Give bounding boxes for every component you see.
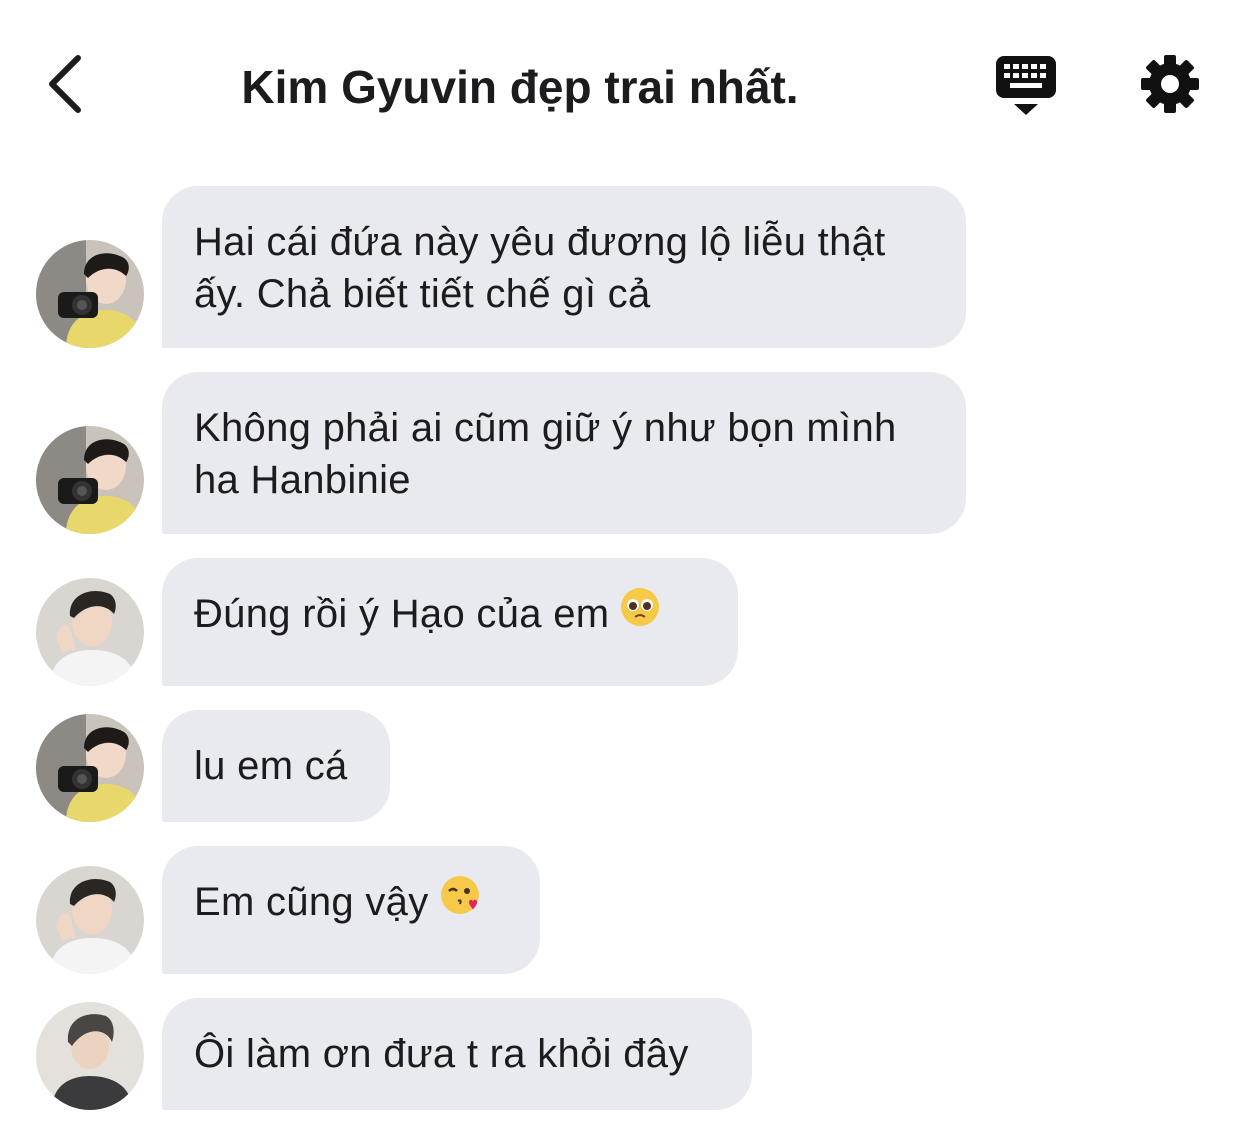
message-text: Ôi làm ơn đưa t ra khỏi đây — [194, 1032, 689, 1076]
message-thread: Hai cái đứa này yêu đương lộ liễu thật ấ… — [0, 0, 1242, 1139]
avatar-camera-boy[interactable] — [36, 240, 144, 348]
message-text: Đúng rồi ý Hạo của em — [194, 592, 610, 636]
avatar-dark-shirt-boy[interactable] — [36, 1002, 144, 1110]
avatar-white-shirt-boy[interactable] — [36, 866, 144, 974]
message-text: Không phải ai cũm giữ ý như bọn mình ha … — [194, 406, 897, 502]
message-bubble[interactable]: Hai cái đứa này yêu đương lộ liễu thật ấ… — [162, 186, 966, 348]
message-bubble[interactable]: Ôi làm ơn đưa t ra khỏi đây — [162, 998, 752, 1110]
avatar-camera-boy[interactable] — [36, 426, 144, 534]
avatar-image — [36, 240, 144, 348]
message-row: Hai cái đứa này yêu đương lộ liễu thật ấ… — [0, 186, 1242, 348]
kissing-heart-emoji — [439, 874, 481, 929]
message-row: Đúng rồi ý Hạo của em — [0, 558, 1242, 686]
message-bubble[interactable]: Không phải ai cũm giữ ý như bọn mình ha … — [162, 372, 966, 534]
message-bubble[interactable]: Em cũng vậy — [162, 846, 540, 974]
avatar-image — [36, 426, 144, 534]
message-text: Hai cái đứa này yêu đương lộ liễu thật ấ… — [194, 220, 886, 316]
avatar-image — [36, 714, 144, 822]
avatar-camera-boy[interactable] — [36, 714, 144, 822]
message-bubble[interactable]: Đúng rồi ý Hạo của em — [162, 558, 738, 686]
message-row: Không phải ai cũm giữ ý như bọn mình ha … — [0, 372, 1242, 534]
avatar-image — [36, 578, 144, 686]
avatar-image — [36, 866, 144, 974]
message-text: Em cũng vậy — [194, 880, 429, 924]
pleading-face-emoji — [619, 586, 661, 641]
message-text: lu em cá — [194, 744, 348, 788]
message-row: lu em cá — [0, 710, 1242, 822]
avatar-white-shirt-boy[interactable] — [36, 578, 144, 686]
message-bubble[interactable]: lu em cá — [162, 710, 390, 822]
message-row: Ôi làm ơn đưa t ra khỏi đây — [0, 998, 1242, 1110]
message-row: Em cũng vậy — [0, 846, 1242, 974]
avatar-image — [36, 1002, 144, 1110]
